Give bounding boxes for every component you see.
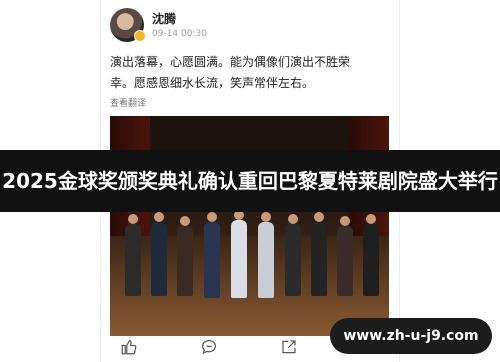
performer-head [314,212,324,222]
performer [363,224,379,296]
post-body-line-2: 幸。愿感恩细水长流，笑声常伴左右。 [110,76,315,90]
performer-head [261,212,271,222]
performer [125,224,141,296]
thumbs-up-icon[interactable] [120,338,138,356]
performer-head [207,212,217,222]
comment-icon[interactable] [200,338,218,356]
performer-head [180,216,190,226]
performer-head [366,214,376,224]
performer [177,226,193,296]
post-body-line-1: 演出落幕，心愿圆满。能为偶像们演出不胜荣 [110,55,351,69]
performer [231,220,247,298]
performer [337,226,353,296]
verified-badge-icon [134,30,146,42]
share-icon[interactable] [280,338,298,356]
headline-title: 2025金球奖颁奖典礼确认重回巴黎夏特莱剧院盛大举行 [2,169,498,193]
post-timestamp: 09-14 00:30 [152,29,207,39]
performer [258,222,274,298]
performer-head [288,214,298,224]
post-photo[interactable] [110,116,389,336]
performer [285,224,301,296]
performer [311,222,327,296]
performer-head [128,214,138,224]
performer-head [154,212,164,222]
post-username[interactable]: 沈腾 [152,10,176,27]
translate-link[interactable]: 查看翻译 [110,96,146,109]
site-watermark: www.zh-u-j9.com [330,318,492,354]
post-body: 演出落幕，心愿圆满。能为偶像们演出不胜荣 幸。愿感恩细水长流，笑声常伴左右。 [110,52,390,94]
performer-head [340,216,350,226]
performer [151,222,167,296]
performer [204,222,220,298]
